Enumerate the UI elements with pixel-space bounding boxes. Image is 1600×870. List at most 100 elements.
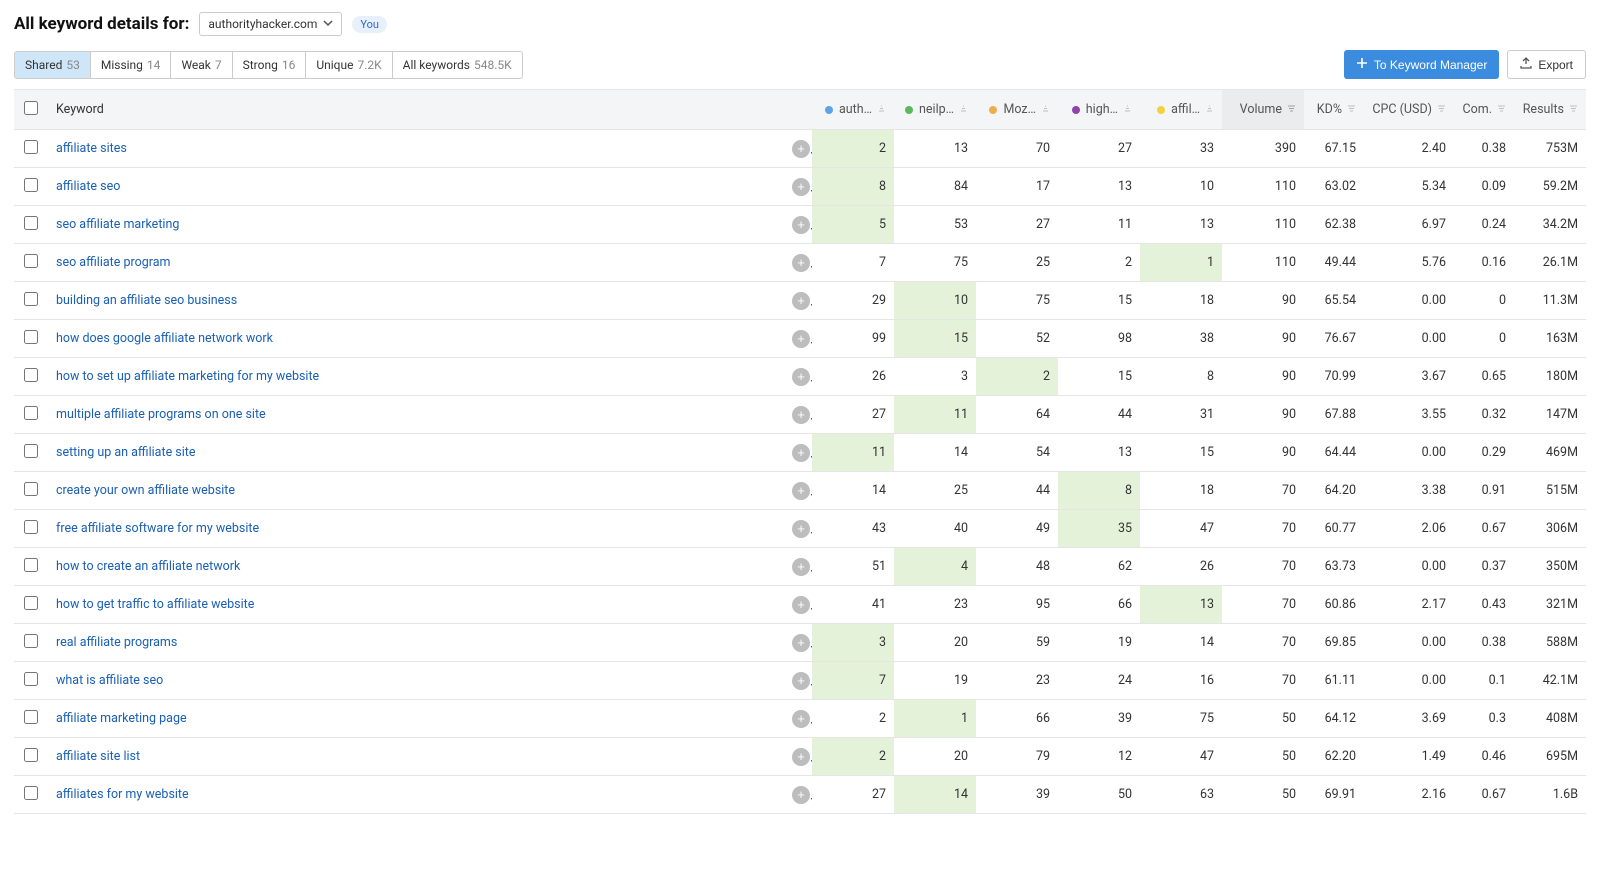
add-keyword-button[interactable]: +	[792, 444, 810, 462]
tab-unique[interactable]: Unique 7.2K	[306, 52, 392, 78]
row-checkbox[interactable]	[24, 444, 38, 458]
results-cell: 469M	[1514, 434, 1586, 472]
add-keyword-button[interactable]: +	[792, 330, 810, 348]
keyword-link[interactable]: setting up an affiliate site	[56, 445, 196, 460]
row-checkbox-cell[interactable]	[14, 320, 48, 358]
row-checkbox-cell[interactable]	[14, 776, 48, 814]
keyword-link[interactable]: building an affiliate seo business	[56, 293, 237, 308]
row-checkbox[interactable]	[24, 558, 38, 572]
com-header[interactable]: Com.	[1454, 90, 1514, 130]
keyword-link[interactable]: how to set up affiliate marketing for my…	[56, 369, 319, 384]
row-checkbox[interactable]	[24, 520, 38, 534]
keyword-link[interactable]: affiliate sites	[56, 141, 127, 156]
keyword-link[interactable]: create your own affiliate website	[56, 483, 235, 498]
keyword-link[interactable]: how does google affiliate network work	[56, 331, 273, 346]
add-keyword-button[interactable]: +	[792, 520, 810, 538]
results-header[interactable]: Results	[1514, 90, 1586, 130]
tab-all-keywords[interactable]: All keywords 548.5K	[393, 52, 522, 78]
add-keyword-button[interactable]: +	[792, 254, 810, 272]
add-keyword-button[interactable]: +	[792, 710, 810, 728]
add-keyword-button[interactable]: +	[792, 558, 810, 576]
add-keyword-button[interactable]: +	[792, 368, 810, 386]
row-checkbox-cell[interactable]	[14, 130, 48, 168]
row-checkbox-cell[interactable]	[14, 586, 48, 624]
keyword-link[interactable]: affiliate site list	[56, 749, 140, 764]
row-checkbox[interactable]	[24, 368, 38, 382]
row-checkbox[interactable]	[24, 748, 38, 762]
row-checkbox-cell[interactable]	[14, 624, 48, 662]
row-checkbox[interactable]	[24, 254, 38, 268]
volume-header[interactable]: Volume	[1222, 90, 1304, 130]
row-checkbox[interactable]	[24, 710, 38, 724]
competitor-header-3[interactable]: high…	[1058, 90, 1140, 130]
row-checkbox-cell[interactable]	[14, 510, 48, 548]
keyword-link[interactable]: what is affiliate seo	[56, 673, 163, 688]
competitor-header-2[interactable]: Moz…	[976, 90, 1058, 130]
cpc-header[interactable]: CPC (USD)	[1364, 90, 1454, 130]
add-keyword-button[interactable]: +	[792, 178, 810, 196]
add-keyword-button[interactable]: +	[792, 292, 810, 310]
add-keyword-button[interactable]: +	[792, 140, 810, 158]
domain-selector[interactable]: authorityhacker.com	[199, 12, 342, 36]
add-keyword-button[interactable]: +	[792, 748, 810, 766]
row-checkbox-cell[interactable]	[14, 396, 48, 434]
keyword-link[interactable]: affiliate seo	[56, 179, 120, 194]
add-keyword-button[interactable]: +	[792, 672, 810, 690]
tab-weak[interactable]: Weak 7	[171, 52, 232, 78]
row-checkbox[interactable]	[24, 330, 38, 344]
results-cell: 350M	[1514, 548, 1586, 586]
keyword-link[interactable]: seo affiliate program	[56, 255, 171, 270]
row-checkbox-cell[interactable]	[14, 168, 48, 206]
row-checkbox-cell[interactable]	[14, 472, 48, 510]
keyword-link[interactable]: affiliate marketing page	[56, 711, 187, 726]
row-checkbox-cell[interactable]	[14, 206, 48, 244]
position-cell: 62	[1058, 548, 1140, 586]
tab-shared[interactable]: Shared 53	[15, 52, 91, 78]
add-keyword-button[interactable]: +	[792, 634, 810, 652]
keyword-link[interactable]: seo affiliate marketing	[56, 217, 179, 232]
keyword-link[interactable]: real affiliate programs	[56, 635, 177, 650]
row-checkbox[interactable]	[24, 634, 38, 648]
row-checkbox[interactable]	[24, 596, 38, 610]
row-checkbox-cell[interactable]	[14, 700, 48, 738]
keyword-link[interactable]: affiliates for my website	[56, 787, 189, 802]
row-checkbox-cell[interactable]	[14, 662, 48, 700]
tab-missing[interactable]: Missing 14	[91, 52, 172, 78]
export-button[interactable]: Export	[1507, 50, 1586, 79]
row-checkbox-cell[interactable]	[14, 244, 48, 282]
row-checkbox[interactable]	[24, 482, 38, 496]
kd-header[interactable]: KD%	[1304, 90, 1364, 130]
select-all-header[interactable]	[14, 90, 48, 130]
tab-strong[interactable]: Strong 16	[233, 52, 307, 78]
keyword-link[interactable]: how to get traffic to affiliate website	[56, 597, 254, 612]
competitor-header-1[interactable]: neilp…	[894, 90, 976, 130]
row-checkbox-cell[interactable]	[14, 738, 48, 776]
row-checkbox[interactable]	[24, 786, 38, 800]
keyword-header[interactable]: Keyword	[48, 90, 784, 130]
add-keyword-button[interactable]: +	[792, 482, 810, 500]
row-checkbox-cell[interactable]	[14, 358, 48, 396]
to-keyword-manager-button[interactable]: To Keyword Manager	[1344, 50, 1499, 79]
keyword-link[interactable]: multiple affiliate programs on one site	[56, 407, 266, 422]
row-checkbox[interactable]	[24, 292, 38, 306]
row-checkbox-cell[interactable]	[14, 282, 48, 320]
to-keyword-manager-label: To Keyword Manager	[1374, 58, 1487, 72]
row-checkbox[interactable]	[24, 178, 38, 192]
position-cell: 14	[1140, 624, 1222, 662]
row-checkbox[interactable]	[24, 140, 38, 154]
competitor-header-4[interactable]: affil…	[1140, 90, 1222, 130]
keyword-link[interactable]: how to create an affiliate network	[56, 559, 240, 574]
row-checkbox[interactable]	[24, 216, 38, 230]
row-checkbox[interactable]	[24, 672, 38, 686]
add-keyword-button[interactable]: +	[792, 596, 810, 614]
row-checkbox-cell[interactable]	[14, 434, 48, 472]
add-keyword-button[interactable]: +	[792, 406, 810, 424]
position-cell: 2	[812, 738, 894, 776]
row-checkbox[interactable]	[24, 406, 38, 420]
select-all-checkbox[interactable]	[24, 101, 38, 115]
add-keyword-button[interactable]: +	[792, 786, 810, 804]
row-checkbox-cell[interactable]	[14, 548, 48, 586]
keyword-link[interactable]: free affiliate software for my website	[56, 521, 259, 536]
competitor-header-0[interactable]: auth…	[812, 90, 894, 130]
add-keyword-button[interactable]: +	[792, 216, 810, 234]
